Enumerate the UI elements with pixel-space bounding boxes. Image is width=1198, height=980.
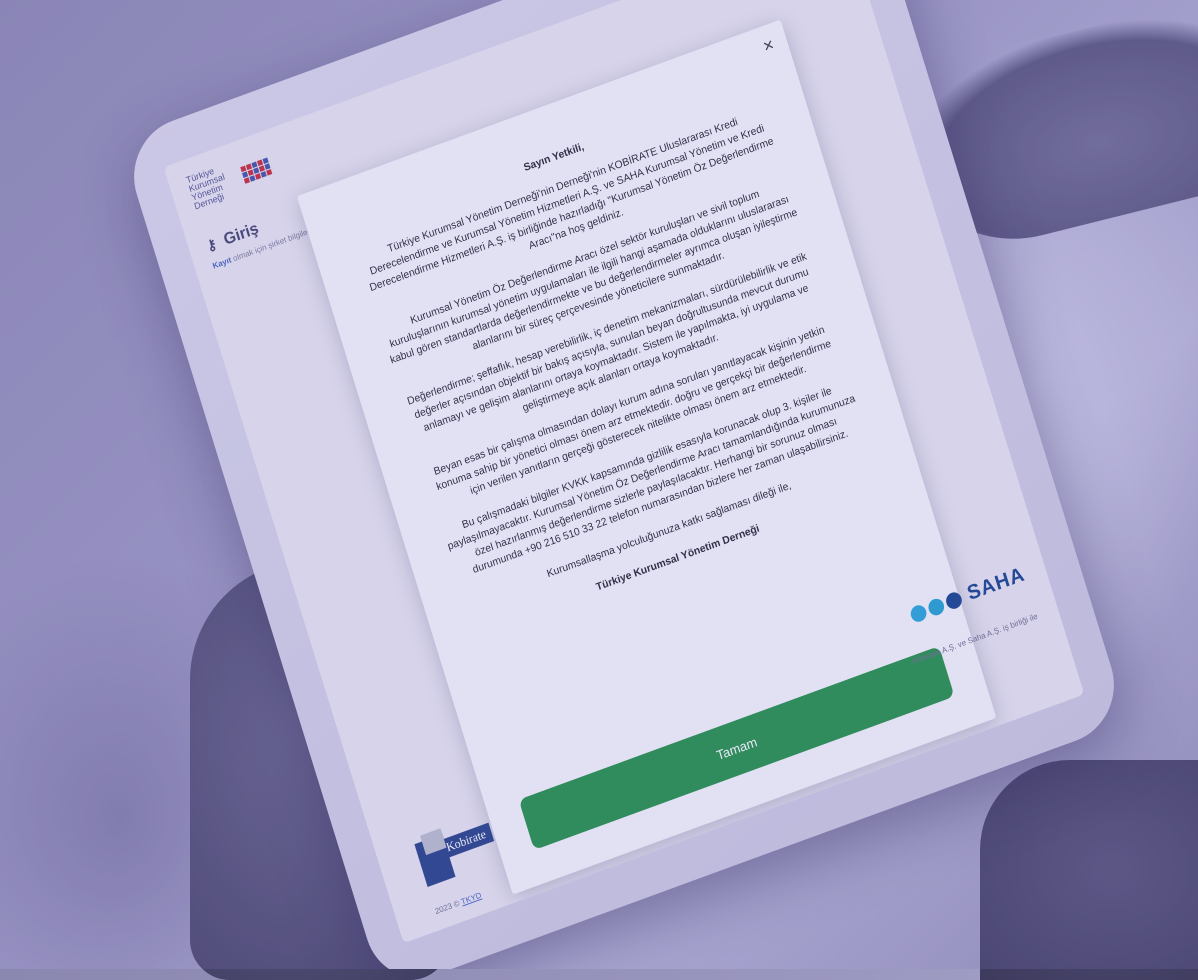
tablet-scene: Türkiye Kurumsal Yönetim Derneği ⚷ Giriş… (0, 0, 1198, 969)
tkyd-logo-text: Türkiye Kurumsal Yönetim Derneği (184, 165, 226, 212)
copyright-link[interactable]: TKYD (460, 891, 483, 907)
modal-body: Sayın Yetkili, Türkiye Kurumsal Yönetim … (297, 19, 922, 654)
saha-logo-text: SAHA (964, 563, 1028, 606)
saha-logo-dot-icon (926, 595, 947, 617)
saha-logo-dot-icon (944, 589, 964, 611)
tkyd-logo-icon (240, 156, 273, 184)
welcome-modal: × Sayın Yetkili, Türkiye Kurumsal Yöneti… (296, 19, 997, 895)
copyright-text: 2023 © (433, 898, 461, 917)
register-link[interactable]: Kayıt (212, 255, 233, 270)
tablet-screen: Türkiye Kurumsal Yönetim Derneği ⚷ Giriş… (163, 0, 1085, 944)
app-header: Türkiye Kurumsal Yönetim Derneği (185, 148, 275, 212)
kobirate-logo: Kobirate (414, 818, 500, 887)
ok-button[interactable]: Tamam (518, 646, 955, 851)
tablet-device: Türkiye Kurumsal Yönetim Derneği ⚷ Giriş… (120, 0, 1128, 969)
saha-logo-dot-icon (908, 602, 929, 624)
page-title-text: Giriş (221, 219, 261, 249)
key-icon: ⚷ (204, 235, 219, 255)
copyright: 2023 © TKYD (434, 891, 483, 917)
